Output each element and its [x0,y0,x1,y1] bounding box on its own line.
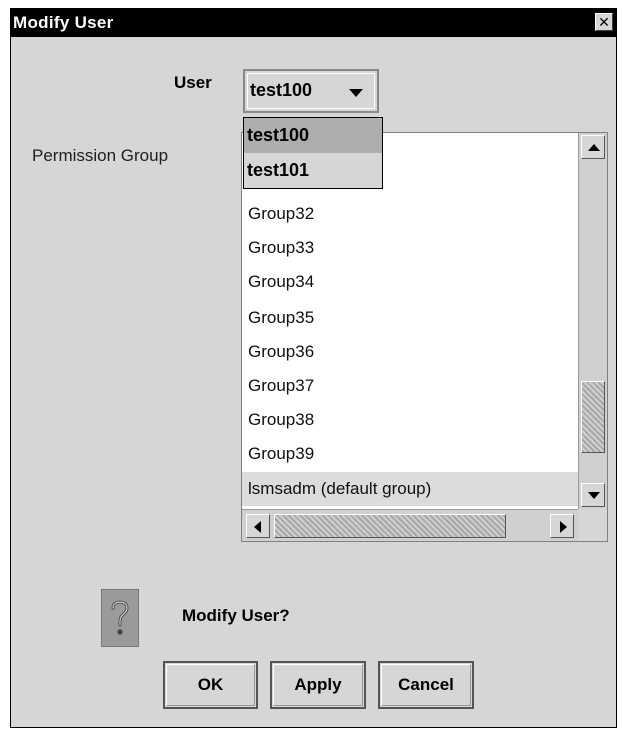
scroll-corner [578,509,607,541]
user-combobox[interactable]: test100 [243,69,379,113]
list-item-selected[interactable]: lsmsadm (default group) [242,472,578,506]
chevron-down-icon[interactable] [349,89,363,97]
arrow-up-icon [588,144,600,151]
list-item[interactable]: Group39 [242,437,578,471]
cancel-button[interactable]: Cancel [378,661,474,709]
horizontal-scrollbar[interactable] [242,509,578,541]
scroll-down-button[interactable] [581,483,605,507]
arrow-left-icon [254,521,261,533]
permission-group-label: Permission Group [32,146,169,165]
title-bar[interactable]: Modify User ✕ [11,9,616,37]
list-item[interactable]: Group38 [242,403,578,437]
user-selected-value: test100 [250,80,313,100]
scroll-left-button[interactable] [246,514,270,538]
apply-label: Apply [294,675,342,694]
question-icon [101,589,139,647]
window-title: Modify User [13,13,114,32]
popup-option[interactable]: test100 [244,118,382,153]
list-item[interactable]: Group36 [242,335,578,369]
cancel-label: Cancel [398,675,454,694]
modify-user-dialog: Modify User ✕ User test100 Permission Gr… [10,8,617,728]
user-label: User [174,73,212,92]
confirm-text: Modify User? [182,606,290,625]
horizontal-scroll-thumb[interactable] [274,514,506,538]
close-button[interactable]: ✕ [595,13,613,31]
popup-option[interactable]: test101 [244,153,382,188]
list-item[interactable]: Group34 [242,265,578,299]
vertical-scroll-thumb[interactable] [581,381,605,453]
list-item[interactable]: Group35 [242,301,578,335]
vertical-scrollbar[interactable] [578,133,607,509]
list-item[interactable]: Group33 [242,231,578,265]
arrow-right-icon [560,521,567,533]
question-icon-glyph [111,600,129,635]
close-icon: ✕ [598,14,610,30]
list-item[interactable]: Group32 [242,197,578,231]
apply-button[interactable]: Apply [270,661,366,709]
list-items: Group32 Group33 Group34 Group35 Group36 … [242,133,578,509]
ok-button[interactable]: OK [163,661,258,709]
arrow-down-icon [588,492,600,499]
ok-label: OK [197,675,224,694]
list-item[interactable]: Group37 [242,369,578,403]
scroll-right-button[interactable] [550,514,574,538]
user-dropdown-popup[interactable]: test100 test101 [243,117,383,189]
scroll-up-button[interactable] [581,135,605,159]
permission-group-list[interactable]: Group32 Group33 Group34 Group35 Group36 … [241,132,608,542]
